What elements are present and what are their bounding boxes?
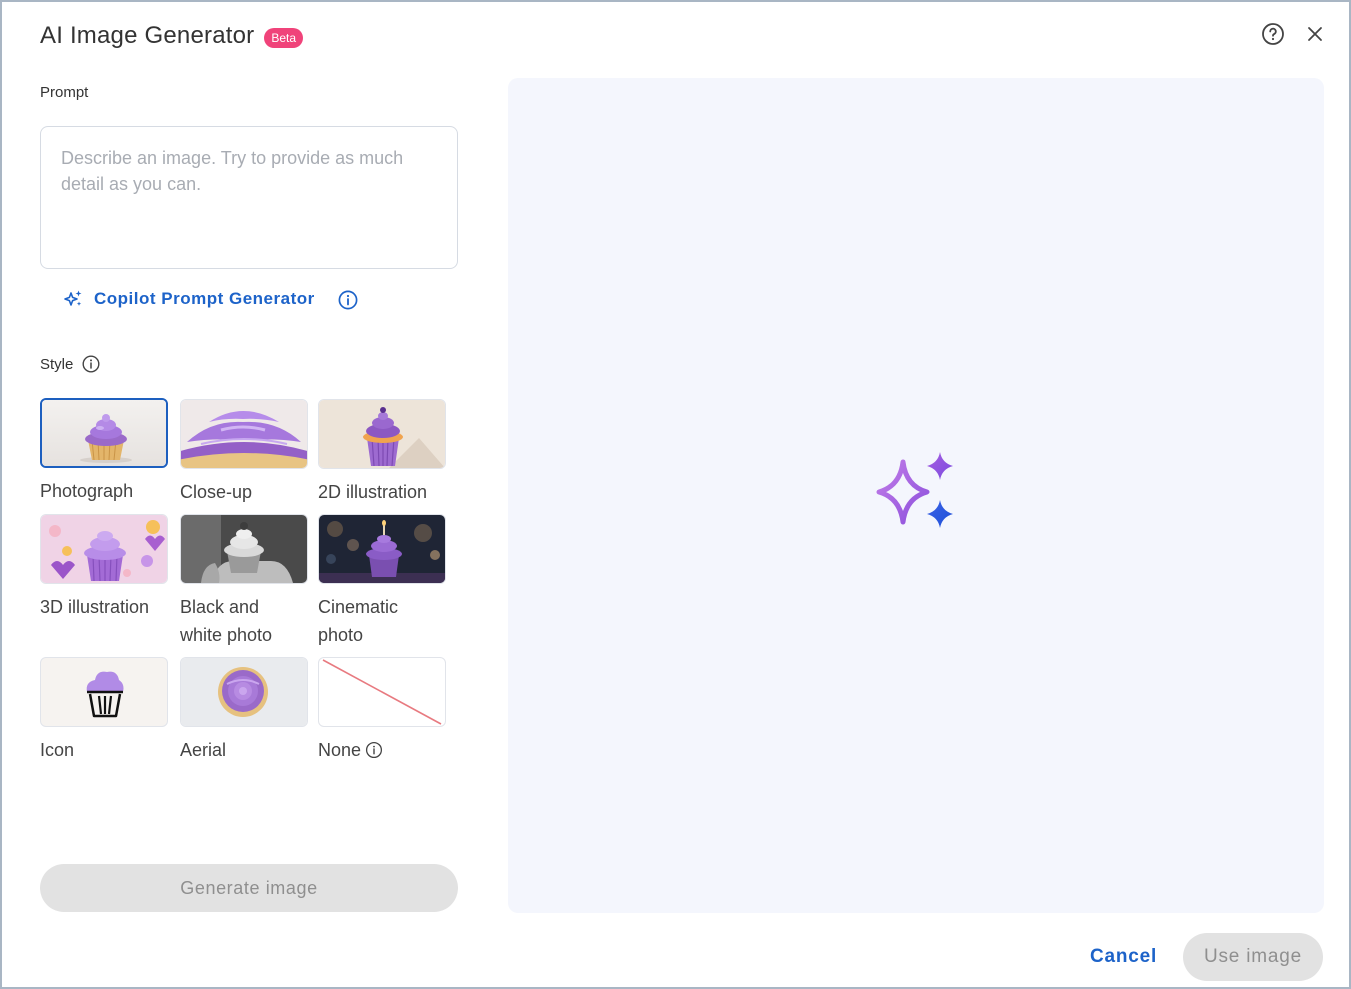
close-button[interactable] xyxy=(1301,20,1329,48)
style-thumbnail-2d-illustration xyxy=(318,399,446,469)
help-button[interactable] xyxy=(1259,20,1287,48)
style-option-black-and-white-photo[interactable]: Black and white photo xyxy=(180,514,308,649)
ai-sparkles-icon xyxy=(876,452,953,528)
style-thumbnail-black-and-white xyxy=(180,514,308,584)
ai-image-generator-dialog: AI Image Generator Beta Prompt Copilot P… xyxy=(0,0,1351,989)
style-thumbnail-3d-illustration xyxy=(40,514,168,584)
style-option-label: 3D illustration xyxy=(40,597,150,617)
cupcake-2d-image xyxy=(319,400,445,468)
style-thumbnail-close-up xyxy=(180,399,308,469)
cupcake-bw-image xyxy=(181,515,307,583)
cupcake-aerial-image xyxy=(181,658,307,726)
style-option-label: Aerial xyxy=(180,740,227,760)
style-option-aerial[interactable]: Aerial xyxy=(180,657,308,764)
style-option-label: 2D illustration xyxy=(318,482,428,502)
image-preview-panel xyxy=(508,78,1324,913)
question-circle-icon xyxy=(1262,23,1284,45)
close-icon xyxy=(1308,27,1322,41)
cupcake-icon xyxy=(86,671,124,718)
cancel-button[interactable]: Cancel xyxy=(1082,938,1165,976)
dialog-title-text: AI Image Generator xyxy=(40,22,255,49)
style-thumbnail-cinematic xyxy=(318,514,446,584)
use-image-button[interactable]: Use image xyxy=(1183,933,1323,981)
dialog-title: AI Image Generator Beta xyxy=(40,20,304,52)
style-option-label: None xyxy=(318,740,362,760)
style-option-none[interactable]: None xyxy=(318,657,446,764)
style-thumbnail-none xyxy=(318,657,446,727)
style-option-label: Close-up xyxy=(180,482,253,502)
prompt-label: Prompt xyxy=(40,84,89,101)
style-option-label-row: None xyxy=(318,736,446,764)
style-thumbnail-photograph xyxy=(40,398,168,468)
style-header: Style xyxy=(40,354,101,374)
copilot-prompt-generator-label: Copilot Prompt Generator xyxy=(94,289,315,308)
style-option-icon[interactable]: Icon xyxy=(40,657,168,764)
style-thumbnail-icon xyxy=(40,657,168,727)
prompt-input[interactable] xyxy=(40,126,458,269)
style-option-label: Photograph xyxy=(40,481,134,501)
style-option-label: Black and white photo xyxy=(180,597,273,645)
style-option-label: Icon xyxy=(40,740,75,760)
cupcake-photo-image xyxy=(42,400,166,466)
style-thumbnail-aerial xyxy=(180,657,308,727)
style-option-cinematic-photo[interactable]: Cinematic photo xyxy=(318,514,446,649)
sparkle-icon xyxy=(64,290,82,306)
cupcake-cinematic-image xyxy=(319,515,445,583)
style-option-close-up[interactable]: Close-up xyxy=(180,399,308,506)
cupcake-3d-image xyxy=(41,515,167,583)
style-option-label: Cinematic photo xyxy=(318,597,399,645)
info-icon[interactable] xyxy=(81,354,101,374)
style-option-2d-illustration[interactable]: 2D illustration xyxy=(318,399,446,506)
style-option-photograph[interactable]: Photograph xyxy=(40,398,168,505)
style-label: Style xyxy=(40,355,74,373)
generate-image-button[interactable]: Generate image xyxy=(40,864,458,912)
style-option-3d-illustration[interactable]: 3D illustration xyxy=(40,514,168,621)
no-style-slash-icon xyxy=(322,659,442,725)
copilot-prompt-generator-link[interactable]: Copilot Prompt Generator xyxy=(62,288,315,310)
copilot-info-button[interactable] xyxy=(337,289,359,316)
info-icon xyxy=(338,290,358,310)
info-icon[interactable] xyxy=(365,741,383,759)
cupcake-closeup-image xyxy=(181,400,307,468)
beta-badge: Beta xyxy=(264,28,304,48)
